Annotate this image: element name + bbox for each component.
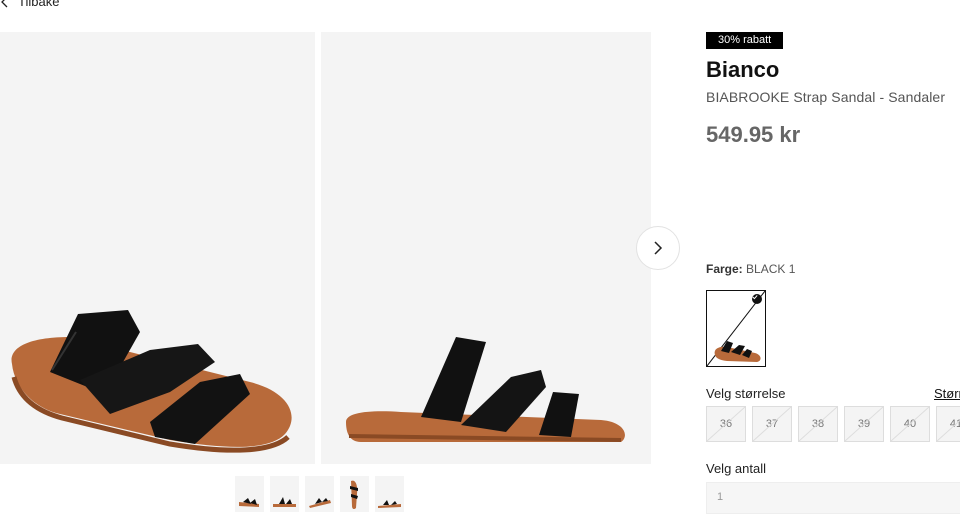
size-options: 36 37 38 39 40 41 <box>706 406 960 442</box>
thumbnail-3[interactable] <box>305 476 334 512</box>
chevron-left-icon <box>1 0 8 7</box>
quantity-label: Velg antall <box>706 461 766 476</box>
chevron-right-icon <box>654 241 663 255</box>
brand-name[interactable]: Bianco <box>706 57 779 83</box>
size-label: Velg størrelse <box>706 386 786 401</box>
size-option-37[interactable]: 37 <box>752 406 792 442</box>
product-title: BIABROOKE Strap Sandal - Sandaler <box>706 89 946 105</box>
color-swatch-selected[interactable] <box>706 290 766 367</box>
size-option-38[interactable]: 38 <box>798 406 838 442</box>
color-label-line: Farge: BLACK 1 <box>706 262 795 276</box>
thumbnail-5[interactable] <box>375 476 404 512</box>
color-label: Farge: <box>706 262 743 276</box>
thumbnail-1[interactable] <box>235 476 264 512</box>
size-option-36[interactable]: 36 <box>706 406 746 442</box>
next-image-button[interactable] <box>636 226 680 270</box>
check-icon <box>752 294 762 304</box>
size-option-40[interactable]: 40 <box>890 406 930 442</box>
size-guide-link[interactable]: Størr <box>934 386 960 401</box>
back-link[interactable]: Tilbake <box>0 0 59 9</box>
product-image-main[interactable] <box>0 32 315 464</box>
color-value: BLACK 1 <box>746 262 796 276</box>
thumbnail-2[interactable] <box>270 476 299 512</box>
thumbnail-4[interactable] <box>340 476 369 512</box>
quantity-select[interactable]: 1 <box>706 482 960 514</box>
sandal-top-view-image <box>11 310 292 453</box>
size-option-41[interactable]: 41 <box>936 406 960 442</box>
product-image-side[interactable] <box>321 32 651 464</box>
thumbnail-strip <box>235 476 404 512</box>
size-option-39[interactable]: 39 <box>844 406 884 442</box>
back-label: Tilbake <box>18 0 60 9</box>
sandal-side-view-image <box>346 337 625 442</box>
discount-badge: 30% rabatt <box>706 32 784 49</box>
product-price: 549.95 kr <box>706 122 801 147</box>
